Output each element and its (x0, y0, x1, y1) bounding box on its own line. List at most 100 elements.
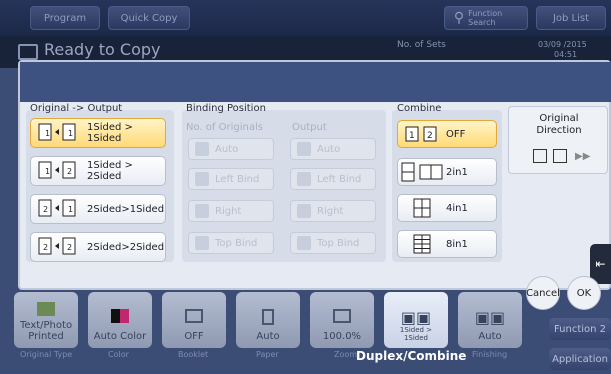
booklet-value: OFF (184, 331, 204, 342)
originals-auto-label: Auto (215, 143, 239, 155)
combine-title: Combine (397, 103, 442, 114)
function2-button[interactable]: Function 2 (549, 318, 611, 340)
output-right-icon (297, 204, 311, 218)
zoom-value: 100.0% (322, 331, 362, 342)
copy-icon (18, 44, 38, 60)
original-direction-label: Original Direction (536, 113, 582, 136)
function-search-button[interactable]: ⚲ Function Search (444, 6, 528, 30)
search-icon: ⚲ (453, 10, 465, 26)
svg-text:1: 1 (68, 129, 73, 138)
svg-text:1: 1 (409, 131, 415, 141)
paper-value: Auto (256, 331, 280, 342)
job-list-button[interactable]: Job List (536, 6, 606, 30)
binding-position-title: Binding Position (186, 103, 266, 114)
time-text: 04:51 (554, 50, 578, 59)
paper-icon (262, 309, 274, 325)
top-bind-icon (195, 236, 209, 250)
original-direction-button[interactable]: Original Direction ▶▶ (508, 106, 608, 174)
combine-4in1-label: 4in1 (446, 202, 468, 214)
output-top-bind-icon (297, 236, 311, 250)
output-left-bind-label: Left Bind (317, 173, 362, 185)
original-type-value: Text/Photo Printed (19, 320, 73, 342)
combine-off-icon: 12 (398, 123, 446, 145)
date-time: 03/09 /2015 04:51 (538, 40, 587, 60)
booklet-tile[interactable]: OFF (162, 292, 226, 348)
ok-button[interactable]: OK (567, 276, 601, 310)
output-right-button: Right (290, 200, 376, 222)
color-caption: Color (108, 350, 129, 359)
option-2sided-1sided-label: 2Sided>1Sided (87, 203, 165, 215)
combine-4in1-button[interactable]: 4in1 (397, 194, 497, 222)
combine-8in1-button[interactable]: 8in1 (397, 230, 497, 258)
paper-caption: Paper (256, 350, 279, 359)
function-search-label: Function Search (468, 9, 503, 27)
option-1sided-2sided-label: 1Sided > 2Sided (87, 160, 133, 182)
option-2sided-2sided[interactable]: 22 2Sided>2Sided (30, 232, 166, 262)
quick-copy-button[interactable]: Quick Copy (108, 6, 190, 30)
option-1sided-1sided-label: 1Sided > 1Sided (87, 122, 133, 144)
original-type-caption: Original Type (20, 350, 73, 359)
original-type-tile[interactable]: Text/Photo Printed (14, 292, 78, 348)
output-auto-label: Auto (317, 143, 341, 155)
sets-label: No. of Sets (397, 40, 446, 50)
zoom-icon (333, 309, 351, 323)
top-bar: Program Quick Copy ⚲ Function Search Job… (0, 0, 611, 36)
direction-icons: ▶▶ (533, 147, 593, 165)
finishing-tile[interactable]: ▣▣ Auto (458, 292, 522, 348)
cancel-button[interactable]: Cancel (526, 276, 560, 310)
date-text: 03/09 /2015 (538, 40, 587, 49)
combine-2in1-button[interactable]: 2in1 (397, 158, 497, 186)
ready-status: Ready to Copy (44, 40, 161, 59)
combine-off-button[interactable]: 12 OFF (397, 120, 497, 148)
duplex-2to1-icon: 21 (37, 198, 83, 220)
color-tile[interactable]: Auto Color (88, 292, 152, 348)
booklet-caption: Booklet (178, 350, 209, 359)
original-type-icon (37, 302, 55, 316)
svg-text:2: 2 (43, 205, 48, 214)
svg-text:2: 2 (67, 167, 72, 176)
application-button[interactable]: Application (549, 348, 611, 370)
svg-text:2: 2 (43, 243, 48, 252)
duplex-2to2-icon: 22 (37, 236, 83, 258)
originals-left-bind-label: Left Bind (215, 173, 260, 185)
originals-top-bind-label: Top Bind (215, 237, 258, 249)
output-top-bind-label: Top Bind (317, 237, 360, 249)
portrait-direction-icon (533, 149, 547, 163)
option-1sided-1sided[interactable]: 11 1Sided > 1Sided (30, 118, 166, 148)
program-button[interactable]: Program (30, 6, 100, 30)
color-value: Auto Color (93, 331, 147, 342)
output-left-bind-button: Left Bind (290, 168, 376, 190)
duplex-value: 1Sided > 1Sided (399, 326, 433, 342)
landscape-direction-icon (553, 149, 567, 163)
option-2sided-1sided[interactable]: 21 2Sided>1Sided (30, 194, 166, 224)
finishing-icon: ▣▣ (474, 308, 506, 327)
duplex-combine-tile[interactable]: ▣▣ 1Sided > 1Sided (384, 292, 448, 348)
paper-tile[interactable]: Auto (236, 292, 300, 348)
originals-auto-button: Auto (188, 138, 274, 160)
right-bind-icon (195, 204, 209, 218)
combine-2in1-label: 2in1 (446, 166, 468, 178)
left-bind-icon (195, 172, 209, 186)
more-arrow-icon: ▶▶ (575, 150, 591, 162)
no-of-originals-title: No. of Originals (186, 122, 263, 133)
svg-text:2: 2 (427, 131, 433, 141)
zoom-caption: Zoom (334, 350, 358, 359)
option-1sided-2sided[interactable]: 12 1Sided > 2Sided (30, 156, 166, 186)
finishing-value: Auto (478, 331, 502, 342)
output-title: Output (292, 122, 327, 133)
booklet-icon (185, 309, 203, 323)
duplex-1to2-icon: 12 (37, 160, 83, 182)
output-top-bind-button: Top Bind (290, 232, 376, 254)
screen-caption: Duplex/Combine (356, 349, 467, 363)
combine-2in1-icon (398, 161, 446, 183)
output-auto-icon (297, 142, 311, 156)
combine-off-label: OFF (446, 128, 466, 140)
zoom-tile[interactable]: 100.0% (310, 292, 374, 348)
output-auto-button: Auto (290, 138, 376, 160)
originals-right-label: Right (215, 205, 242, 217)
duplex-1to1-icon: 11 (37, 122, 83, 144)
combine-8in1-label: 8in1 (446, 238, 468, 250)
duplex-icon: ▣▣ (400, 308, 432, 327)
output-right-label: Right (317, 205, 344, 217)
color-icon (111, 309, 129, 323)
